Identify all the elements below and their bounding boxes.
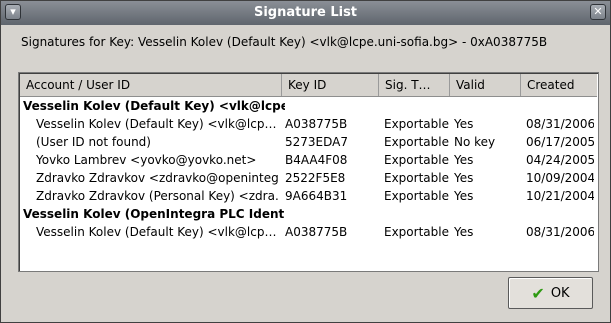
valid-cell: Yes [454,225,474,239]
sig-type-cell: Exportable [384,153,449,167]
column-header-created[interactable]: Created [521,74,597,96]
created-cell: 04/24/2005 [526,153,594,167]
ok-button-label: OK [550,285,570,301]
table-row[interactable]: Yovko Lambrev <yovko@yovko.net> B4AA4F08… [20,151,597,169]
user-id-cell: (User ID not found) [36,135,151,149]
window-title: Signature List [253,5,358,20]
table-body: Vesselin Kolev (Default Key) <vlk@lcpe… … [20,97,597,241]
user-id-cell: Yovko Lambrev <yovko@yovko.net> [36,153,257,167]
table-row[interactable]: (User ID not found) 5273EDA7 Exportable … [20,133,597,151]
table-header: Account / User ID Key ID Sig. T… Valid C… [20,74,597,97]
window-menu-icon[interactable]: ▾ [5,4,21,20]
key-id-cell: 2522F5E8 [285,171,346,185]
table-row[interactable]: Vesselin Kolev (Default Key) <vlk@lcp… A… [20,115,597,133]
ok-button[interactable]: ✔ OK [508,277,593,309]
table-row[interactable]: Vesselin Kolev (Default Key) <vlk@lcpe… [20,97,597,115]
valid-cell: Yes [454,117,474,131]
valid-cell: No key [454,135,496,149]
signature-table[interactable]: Account / User ID Key ID Sig. T… Valid C… [18,72,599,272]
valid-cell: Yes [454,153,474,167]
column-header-user-id[interactable]: Account / User ID [20,74,282,96]
table-row[interactable]: Zdravko Zdravkov (Personal Key) <zdra… 9… [20,187,597,205]
created-cell: 08/31/2006 [526,225,594,239]
valid-cell: Yes [454,171,474,185]
key-id-cell: 5273EDA7 [285,135,348,149]
table-row[interactable]: Vesselin Kolev (OpenIntegra PLC Ident… [20,205,597,223]
key-id-cell: 9A664B31 [285,189,348,203]
titlebar: ▾ Signature List ✕ [1,1,610,25]
column-header-valid[interactable]: Valid [450,74,521,96]
column-header-key-id[interactable]: Key ID [282,74,379,96]
sig-type-cell: Exportable [384,225,449,239]
sig-type-cell: Exportable [384,189,449,203]
user-id-cell: Vesselin Kolev (Default Key) <vlk@lcp… [36,225,277,239]
table-row[interactable]: Vesselin Kolev (Default Key) <vlk@lcp… A… [20,223,597,241]
sig-type-cell: Exportable [384,171,449,185]
signature-list-dialog: ▾ Signature List ✕ Signatures for Key: V… [0,0,611,323]
created-cell: 06/17/2005 [526,135,594,149]
table-row[interactable]: Zdravko Zdravkov <zdravko@openinteg… 252… [20,169,597,187]
created-cell: 10/09/2004 [526,171,594,185]
sig-type-cell: Exportable [384,117,449,131]
sig-type-cell: Exportable [384,135,449,149]
user-id-cell: Vesselin Kolev (OpenIntegra PLC Ident… [23,207,285,221]
key-id-cell: A038775B [285,225,348,239]
key-id-cell: B4AA4F08 [285,153,348,167]
close-icon[interactable]: ✕ [590,4,606,20]
column-header-sig-type[interactable]: Sig. T… [379,74,450,96]
user-id-cell: Vesselin Kolev (Default Key) <vlk@lcpe… [23,99,285,113]
created-cell: 10/21/2004 [526,189,594,203]
user-id-cell: Zdravko Zdravkov (Personal Key) <zdra… [36,189,280,203]
created-cell: 08/31/2006 [526,117,594,131]
user-id-cell: Vesselin Kolev (Default Key) <vlk@lcp… [36,117,277,131]
valid-cell: Yes [454,189,474,203]
signatures-for-key-label: Signatures for Key: Vesselin Kolev (Defa… [21,35,548,49]
user-id-cell: Zdravko Zdravkov <zdravko@openinteg… [36,171,280,185]
checkmark-icon: ✔ [531,283,545,303]
key-id-cell: A038775B [285,117,348,131]
